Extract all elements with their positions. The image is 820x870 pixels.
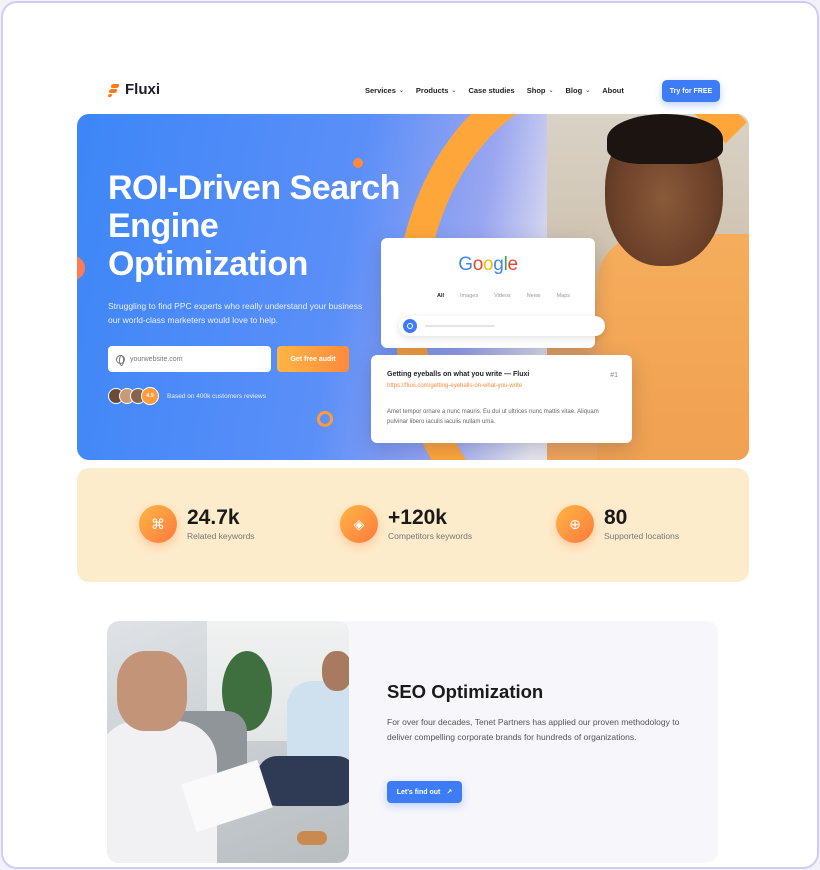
hero-section: ROI-Driven Search Engine Optimization St… — [77, 114, 749, 460]
hero-person-hair — [607, 114, 723, 164]
search-tab-videos: Videos — [494, 293, 511, 299]
hero-subtitle: Struggling to find PPC experts who reall… — [108, 301, 363, 325]
arrow-up-right-icon: ↗ — [446, 789, 453, 796]
keyword-icon: ⌘ — [139, 505, 177, 543]
stat-related-keywords: ⌘ 24.7k Related keywords — [139, 505, 255, 543]
main-menu: Services ⌄ Products ⌄ Case studies Shop ⌄ B… — [365, 86, 624, 95]
result-description: Amet tempor ornare a nunc mauris. Eu dui… — [387, 409, 599, 425]
top-nav: Fluxi Services ⌄ Products ⌄ Case studies S… — [103, 77, 723, 107]
decorative-ring — [317, 411, 333, 427]
try-free-button[interactable]: Try for FREE — [662, 80, 720, 102]
seo-title: SEO Optimization — [387, 681, 544, 702]
search-icon — [403, 319, 417, 333]
seo-photo — [107, 621, 349, 863]
result-title: Getting eyeballs on what you write — Flu… — [387, 371, 530, 378]
website-input-placeholder: yourwebsite.com — [130, 355, 183, 363]
stat-label: Supported locations — [604, 531, 680, 541]
globe-icon — [116, 354, 125, 366]
result-rank: #1 — [610, 372, 618, 379]
photo-shoe — [297, 831, 327, 845]
result-url: https://fluxi.com/getting-eyeballs-on-wh… — [387, 383, 523, 389]
lets-find-out-label: Let's find out — [396, 788, 441, 796]
search-tab-all: All — [437, 293, 445, 299]
search-result-card: Getting eyeballs on what you write — Flu… — [371, 355, 632, 443]
chevron-down-icon: ⌄ — [548, 88, 554, 94]
hero-title: ROI-Driven Search Engine Optimization — [108, 169, 400, 283]
search-bar-placeholder — [425, 325, 495, 327]
nav-item-shop[interactable]: Shop ⌄ — [527, 86, 554, 95]
decorative-dot — [353, 158, 363, 168]
stat-value: 24.7k — [187, 506, 240, 529]
decorative-half-dot — [77, 256, 85, 280]
lets-find-out-button[interactable]: Let's find out ↗ — [387, 781, 462, 803]
stat-supported-locations: ⊕ 80 Supported locations — [556, 505, 679, 543]
chevron-down-icon: ⌄ — [585, 88, 591, 94]
photo-person-right-legs — [257, 756, 349, 806]
stats-section: ⌘ 24.7k Related keywords ◈ +120k Competi… — [77, 468, 749, 582]
nav-item-services[interactable]: Services ⌄ — [365, 86, 404, 95]
seo-section: SEO Optimization For over four decades, … — [107, 621, 718, 863]
brand-name: Fluxi — [125, 81, 161, 98]
search-engine-mock: Google All Images Videos News Maps — [381, 238, 605, 348]
google-logo: Google — [458, 254, 518, 275]
customer-avatars: 4.9 — [108, 387, 159, 405]
photo-person-right-head — [322, 651, 349, 691]
stat-value: +120k — [388, 506, 447, 529]
stat-value: 80 — [604, 506, 628, 529]
page-frame: Fluxi Services ⌄ Products ⌄ Case studies S… — [1, 1, 819, 869]
get-free-audit-button[interactable]: Get free audit — [277, 346, 349, 372]
stat-label: Competitors keywords — [388, 531, 473, 541]
stat-competitors-keywords: ◈ +120k Competitors keywords — [340, 505, 472, 543]
layers-icon: ◈ — [340, 505, 378, 543]
nav-item-blog[interactable]: Blog ⌄ — [566, 86, 591, 95]
seo-description: For over four decades, Tenet Partners ha… — [387, 717, 680, 742]
website-input[interactable]: yourwebsite.com — [108, 346, 271, 372]
search-bar-mock — [399, 316, 605, 336]
stat-label: Related keywords — [187, 531, 255, 541]
search-tab-maps: Maps — [556, 293, 571, 299]
search-tab-news: News — [526, 293, 541, 299]
photo-person-left-head — [117, 651, 187, 731]
brand-logo[interactable]: Fluxi — [107, 81, 160, 98]
chevron-down-icon: ⌄ — [451, 88, 457, 94]
rating-badge: 4.9 — [141, 387, 159, 405]
nav-item-case-studies[interactable]: Case studies — [468, 86, 514, 95]
reviews-text: Based on 400k customers reviews — [167, 393, 266, 400]
photo-person-right-body — [287, 681, 349, 761]
location-target-icon: ⊕ — [556, 505, 594, 543]
nav-item-about[interactable]: About — [602, 86, 624, 95]
chevron-down-icon: ⌄ — [398, 88, 404, 94]
search-tab-images: Images — [460, 293, 479, 299]
logo-icon — [107, 83, 121, 97]
nav-item-products[interactable]: Products ⌄ — [416, 86, 457, 95]
search-tabs: All Images Videos News Maps — [437, 293, 570, 299]
